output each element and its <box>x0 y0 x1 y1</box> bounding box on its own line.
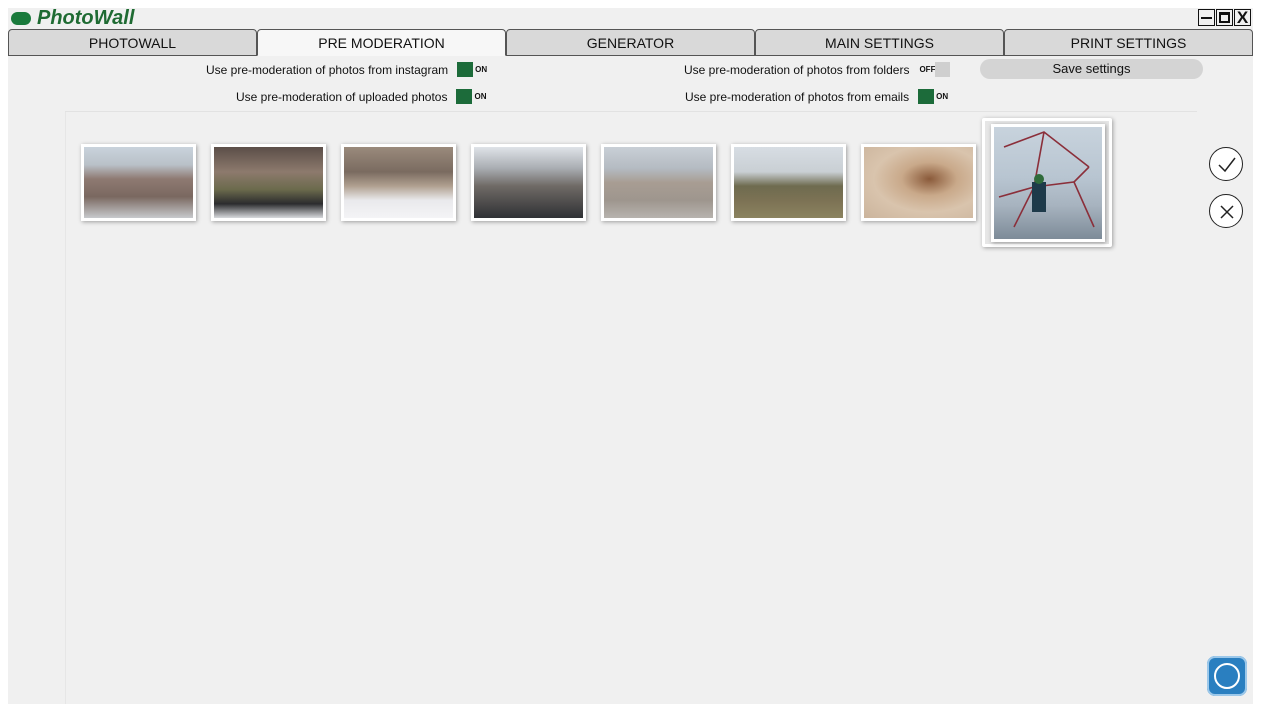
tab-pre-moderation[interactable]: PRE MODERATION <box>257 29 506 56</box>
photo-thumbnail[interactable] <box>861 144 976 221</box>
photo-image <box>344 147 453 218</box>
content-border <box>65 112 66 704</box>
photo-thumbnail[interactable] <box>601 144 716 221</box>
approve-button[interactable] <box>1209 147 1243 181</box>
app-window: PhotoWall X PHOTOWALL PRE MODERATION GEN… <box>8 7 1253 704</box>
tab-bar: PHOTOWALL PRE MODERATION GENERATOR MAIN … <box>8 29 1253 56</box>
photo-image <box>994 127 1102 239</box>
close-button[interactable]: X <box>1234 8 1251 27</box>
toggle-state: ON <box>474 92 487 102</box>
photo-image <box>604 147 713 218</box>
photo-image <box>474 147 583 218</box>
setting-uploaded: Use pre-moderation of uploaded photos ON <box>236 88 488 105</box>
setting-instagram-label: Use pre-moderation of photos from instag… <box>206 62 449 77</box>
toggle-state: ON <box>475 65 488 75</box>
tab-print-settings[interactable]: PRINT SETTINGS <box>1004 29 1253 56</box>
toggle-state: OFF <box>919 65 936 75</box>
app-title: PhotoWall <box>37 7 135 29</box>
cross-icon <box>1220 205 1234 219</box>
close-icon: X <box>1236 8 1249 27</box>
minimize-button[interactable] <box>1198 9 1215 26</box>
toggle-knob <box>935 62 951 78</box>
photo-image <box>84 147 193 218</box>
toggle-knob <box>457 62 474 78</box>
photo-thumbnail[interactable] <box>731 144 846 221</box>
toggle-state: ON <box>936 92 949 102</box>
save-settings-button[interactable]: Save settings <box>980 59 1203 79</box>
photo-image <box>734 147 843 218</box>
setting-instagram: Use pre-moderation of photos from instag… <box>206 61 489 78</box>
divider <box>65 111 1197 112</box>
photo-thumbnail[interactable] <box>471 144 586 221</box>
emails-toggle[interactable]: ON <box>918 89 950 105</box>
maximize-button[interactable] <box>1216 9 1233 26</box>
setting-emails: Use pre-moderation of photos from emails… <box>685 88 950 105</box>
vendor-logo-ring <box>1214 663 1240 689</box>
setting-folders: Use pre-moderation of photos from folder… <box>684 61 951 78</box>
photo-thumbnail[interactable] <box>341 144 456 221</box>
folders-toggle[interactable]: OFF <box>918 62 951 78</box>
toggle-knob <box>456 89 473 105</box>
tab-photowall[interactable]: PHOTOWALL <box>8 29 257 56</box>
setting-emails-label: Use pre-moderation of photos from emails <box>685 89 910 104</box>
tab-generator[interactable]: GENERATOR <box>506 29 755 56</box>
photo-thumbnail[interactable] <box>211 144 326 221</box>
climbing-net-illustration <box>998 131 1095 228</box>
reject-button[interactable] <box>1209 194 1243 228</box>
toggle-knob <box>918 89 935 105</box>
uploaded-toggle[interactable]: ON <box>456 89 488 105</box>
photo-thumbnail[interactable] <box>81 144 196 221</box>
tab-main-settings[interactable]: MAIN SETTINGS <box>755 29 1004 56</box>
vendor-logo-icon <box>1207 656 1247 696</box>
title-bar: PhotoWall X <box>8 7 1253 29</box>
check-icon <box>1218 157 1236 173</box>
app-logo-icon <box>11 12 31 25</box>
photo-thumbnail-selected[interactable] <box>991 124 1105 242</box>
photo-image <box>864 147 973 218</box>
setting-folders-label: Use pre-moderation of photos from folder… <box>684 62 910 77</box>
instagram-toggle[interactable]: ON <box>457 62 489 78</box>
setting-uploaded-label: Use pre-moderation of uploaded photos <box>236 89 448 104</box>
photo-image <box>214 147 323 218</box>
